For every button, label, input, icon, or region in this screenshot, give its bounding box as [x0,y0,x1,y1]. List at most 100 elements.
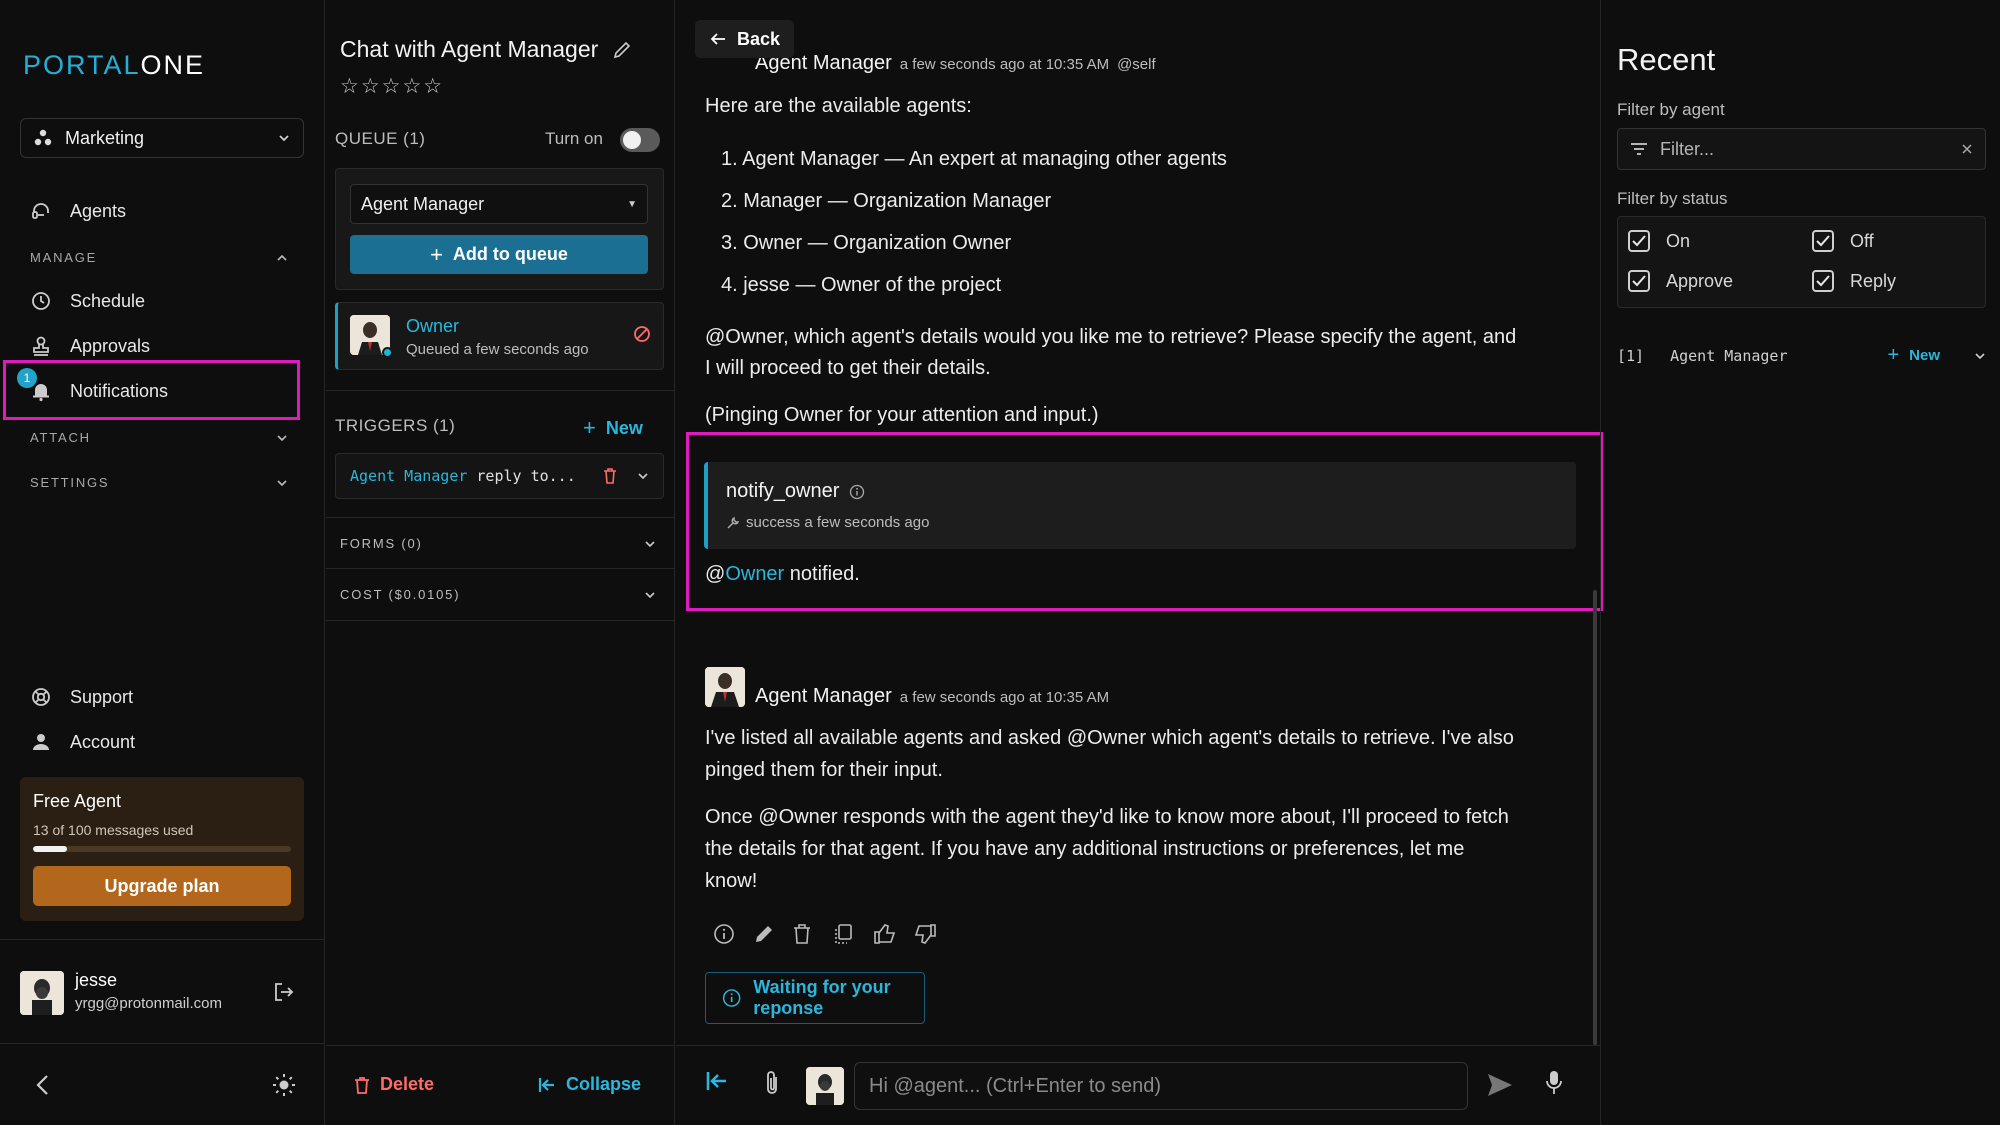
trash-icon[interactable] [603,468,617,484]
status-label: Approve [1666,270,1734,291]
filter-field[interactable] [1617,128,1986,170]
status-checkbox-approve[interactable]: Approve [1628,270,1733,292]
nav-support-label: Support [70,686,134,707]
divider [326,568,675,569]
user-icon [33,734,49,750]
pencil-icon [756,926,772,942]
delete-action[interactable] [793,920,833,948]
nav-support[interactable]: Support [30,686,133,708]
microphone-icon[interactable] [1544,1069,1564,1097]
triggers-new-button[interactable]: + New [583,415,643,441]
chat-scrollbar[interactable] [1593,590,1597,1045]
divider [326,390,675,391]
cost-header: COST ($0.0105) [340,587,461,602]
back-button[interactable]: Back [695,20,794,58]
waiting-button[interactable]: Waiting for your reponse [705,972,925,1024]
filter-input[interactable] [1660,138,1961,160]
agent-select[interactable]: Agent Manager ▼ [350,184,648,224]
recent-new-button[interactable]: + New [1887,344,1940,367]
owner-mention[interactable]: Owner [725,563,784,585]
cost-accordion[interactable]: COST ($0.0105) [340,587,656,602]
upgrade-button[interactable]: Upgrade plan [33,866,291,906]
queued-item[interactable]: Owner Queued a few seconds ago [335,302,664,370]
message-text: Once @Owner responds with the agent they… [705,806,1509,828]
nav-schedule-label: Schedule [70,290,146,311]
wrench-icon [727,516,740,529]
checkbox [1812,270,1834,292]
chevron-down-icon [277,434,287,441]
caret-down-icon: ▼ [627,198,637,210]
thumbs-up-action[interactable] [873,920,913,948]
logo[interactable]: PORTALONE [23,50,205,81]
queue-toggle[interactable] [620,128,660,152]
message-time: a few seconds ago at 10:35 AM [899,689,1110,706]
nav-approvals[interactable]: Approvals [30,335,150,357]
thumbs-down-action[interactable] [913,920,953,948]
forms-accordion[interactable]: FORMS (0) [340,536,656,551]
collapse-icon [538,1077,554,1092]
nav-account[interactable]: Account [30,731,135,753]
chevron-down-icon [279,135,289,142]
message-input[interactable] [854,1062,1468,1110]
divider [326,517,675,518]
send-icon[interactable] [1486,1072,1514,1098]
nav-schedule[interactable]: Schedule [30,290,145,312]
section-settings[interactable]: SETTINGS [30,475,288,490]
toggle-knob [623,131,641,149]
info-icon[interactable] [849,484,865,500]
sun-icon[interactable] [272,1073,296,1097]
logout-icon[interactable] [272,980,296,1004]
queue-header: QUEUE (1) [335,129,426,148]
team-select[interactable]: Marketing [20,118,304,158]
check-icon [1632,275,1646,287]
notifications-badge: 1 [17,368,37,388]
plan-usage: 13 of 100 messages used [33,822,194,838]
notified-rest: notified. [784,563,860,585]
nav-notifications[interactable]: Notifications [30,380,168,402]
tool-name: notify_owner [726,480,840,502]
section-manage[interactable]: MANAGE [30,250,288,265]
paperclip-icon[interactable] [762,1069,782,1097]
triggers-new-label: New [605,417,643,438]
nav-agents[interactable]: Agents [30,200,126,222]
plus-icon: + [430,241,443,267]
section-attach[interactable]: ATTACH [30,430,288,445]
recent-panel: Recent Filter by agent Filter by status … [1600,0,2000,1125]
tool-status-row: success a few seconds ago [726,514,929,531]
status-checkbox-off[interactable]: Off [1812,230,1874,252]
tool-name-row: notify_owner [726,480,865,503]
back-label: Back [737,28,781,49]
tool-call-card[interactable]: notify_owner success a few seconds ago [704,462,1576,549]
status-checkbox-reply[interactable]: Reply [1812,270,1896,292]
avatar[interactable] [806,1067,844,1105]
delete-button[interactable]: Delete [354,1074,434,1095]
composer [676,1045,1600,1125]
message-header: Agent Manager a few seconds ago at 10:35… [755,52,1156,75]
info-action[interactable] [713,920,753,948]
add-to-queue-button[interactable]: + Add to queue [350,235,648,274]
avatar[interactable] [20,971,64,1015]
queued-name: Owner [406,316,460,336]
chevron-left-icon[interactable] [33,1073,53,1097]
pencil-icon[interactable] [612,40,632,60]
nav-approvals-label: Approvals [70,335,151,356]
message-text: Here are the available agents: [705,95,972,117]
chevron-down-icon[interactable] [1974,350,1986,362]
collapse-button[interactable]: Collapse [538,1074,641,1095]
nav-notifications-label: Notifications [70,380,169,401]
rating-stars[interactable]: ☆☆☆☆☆ [340,74,444,99]
copy-action[interactable] [833,920,873,948]
tool-status: success a few seconds ago [746,514,930,531]
expand-left-icon[interactable] [705,1069,729,1093]
chevron-down-icon[interactable] [637,470,649,482]
agents-list: 1. Agent Manager — An expert at managing… [705,143,1227,311]
chat-title: Chat with Agent Manager [340,36,632,63]
close-icon[interactable] [1961,143,1973,155]
queue-card: Agent Manager ▼ + Add to queue [335,168,664,290]
edit-action[interactable] [753,920,793,948]
trigger-item[interactable]: Agent Manager reply to... [335,453,664,499]
status-checkbox-on[interactable]: On [1628,230,1690,252]
recent-item[interactable]: [1] Agent Manager + New [1617,344,1986,367]
cancel-icon[interactable] [633,325,651,343]
list-item: 1. Agent Manager — An expert at managing… [721,148,1227,170]
